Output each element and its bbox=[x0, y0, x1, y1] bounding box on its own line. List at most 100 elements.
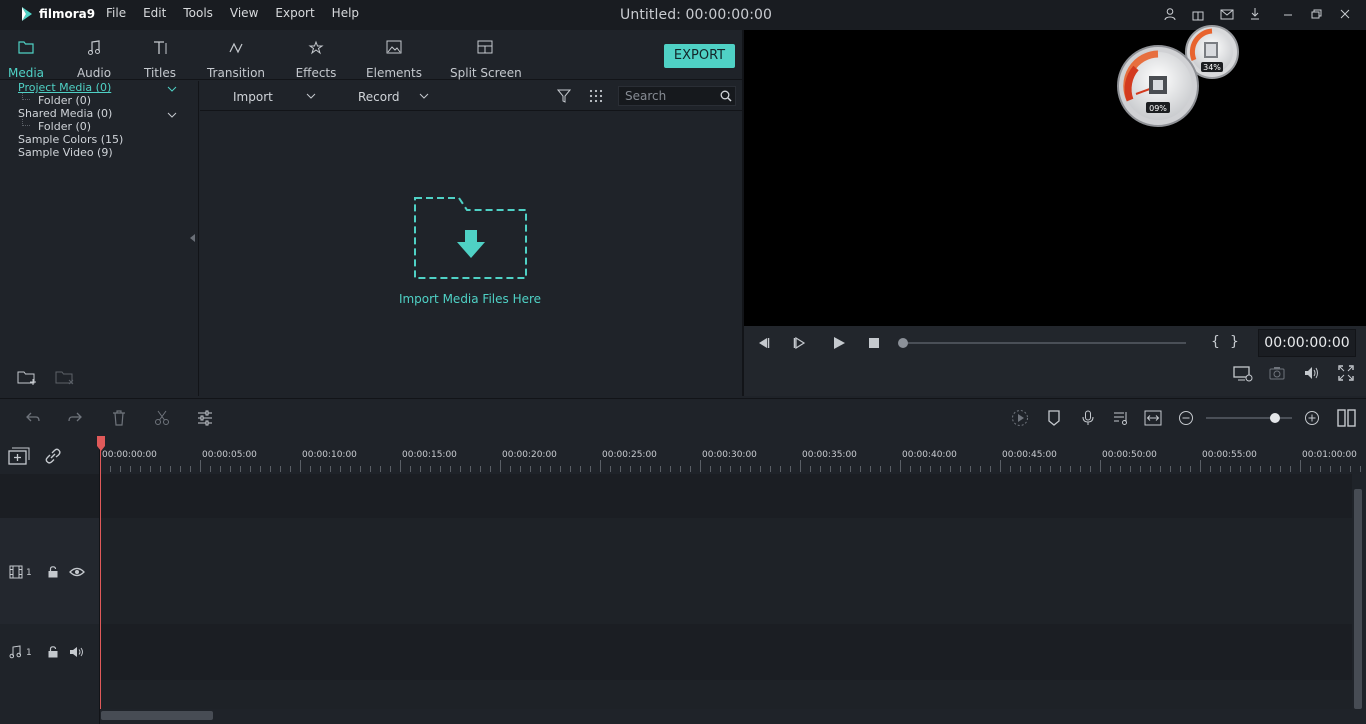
tab-transition[interactable]: Transition bbox=[205, 30, 267, 80]
menu-edit[interactable]: Edit bbox=[143, 6, 166, 20]
panel-layout-icon[interactable] bbox=[1337, 409, 1357, 427]
tab-split-screen[interactable]: Split Screen bbox=[450, 30, 522, 80]
playback-scrubber[interactable] bbox=[898, 338, 908, 348]
ruler-tick-label: 00:00:10:00 bbox=[302, 450, 357, 460]
user-icon[interactable] bbox=[1163, 7, 1177, 21]
horizontal-scrollbar-thumb[interactable] bbox=[101, 711, 213, 720]
menu-tools[interactable]: Tools bbox=[183, 6, 213, 20]
import-hint[interactable]: Import Media Files Here bbox=[200, 292, 740, 306]
tree-item-shared-folder[interactable]: Folder (0) bbox=[38, 120, 91, 133]
render-icon[interactable] bbox=[1011, 409, 1029, 427]
delete-icon[interactable] bbox=[112, 410, 126, 426]
play-icon[interactable] bbox=[832, 336, 846, 350]
lock-icon[interactable] bbox=[48, 566, 58, 578]
chevron-down-icon[interactable] bbox=[167, 112, 177, 118]
tab-elements[interactable]: Elements bbox=[366, 30, 422, 80]
eye-icon[interactable] bbox=[69, 567, 85, 577]
search-icon[interactable] bbox=[720, 90, 732, 102]
next-frame-icon[interactable] bbox=[793, 336, 807, 350]
delete-folder-icon[interactable] bbox=[55, 369, 75, 385]
gauge-memory-value: 34% bbox=[1203, 63, 1221, 72]
playhead-handle[interactable] bbox=[96, 436, 106, 452]
ruler-tick-label: 00:00:15:00 bbox=[402, 450, 457, 460]
gift-icon[interactable] bbox=[1191, 7, 1205, 21]
chevron-down-icon[interactable] bbox=[419, 93, 429, 99]
audio-track-icon bbox=[9, 645, 21, 659]
tree-item-sample-colors[interactable]: Sample Colors (15) bbox=[18, 133, 123, 146]
download-icon[interactable] bbox=[1248, 7, 1262, 21]
chevron-down-icon[interactable] bbox=[167, 86, 177, 92]
import-dropdown[interactable]: Import bbox=[233, 90, 273, 104]
audio-track-1[interactable] bbox=[100, 624, 1352, 680]
split-screen-icon bbox=[477, 40, 493, 54]
app-logo-text: filmora9 bbox=[39, 7, 96, 21]
volume-icon[interactable] bbox=[1304, 366, 1320, 380]
render-preview-icon[interactable] bbox=[1233, 365, 1253, 383]
tree-item-shared-media[interactable]: Shared Media (0) bbox=[18, 107, 112, 120]
vertical-scrollbar[interactable] bbox=[1352, 474, 1366, 709]
microphone-icon[interactable] bbox=[1081, 410, 1095, 426]
snapshot-icon[interactable] bbox=[1269, 366, 1285, 380]
tab-effects-label: Effects bbox=[295, 66, 337, 80]
mail-icon[interactable] bbox=[1220, 7, 1234, 21]
empty-track[interactable] bbox=[100, 474, 1352, 518]
mark-in-button[interactable]: { bbox=[1211, 334, 1220, 350]
stop-icon[interactable] bbox=[868, 337, 880, 349]
link-icon[interactable] bbox=[44, 447, 62, 465]
marker-icon[interactable] bbox=[1047, 410, 1061, 426]
ruler-tick-label: 00:00:55:00 bbox=[1202, 450, 1257, 460]
zoom-in-icon[interactable] bbox=[1304, 410, 1320, 426]
restore-icon[interactable] bbox=[1309, 7, 1323, 21]
tree-item-sample-video[interactable]: Sample Video (9) bbox=[18, 146, 113, 159]
redo-icon[interactable] bbox=[67, 411, 83, 425]
import-folder-icon[interactable] bbox=[413, 196, 529, 280]
chevron-down-icon[interactable] bbox=[306, 93, 316, 99]
menu-export[interactable]: Export bbox=[275, 6, 314, 20]
fullscreen-icon[interactable] bbox=[1338, 365, 1354, 381]
timeline-ruler[interactable]: 00:00:00:00 00:00:05:00 00:00:10:00 00:00:1… bbox=[100, 436, 1366, 474]
new-folder-icon[interactable] bbox=[17, 369, 37, 385]
preview-window: 34% 09% bbox=[744, 25, 1366, 326]
timeline-tracks[interactable] bbox=[100, 474, 1352, 709]
menu-help[interactable]: Help bbox=[332, 6, 359, 20]
export-button[interactable]: EXPORT bbox=[664, 44, 735, 68]
horizontal-scrollbar[interactable] bbox=[100, 709, 1366, 724]
add-track-icon[interactable] bbox=[8, 447, 30, 465]
minimize-icon[interactable] bbox=[1281, 7, 1295, 21]
grid-view-icon[interactable] bbox=[589, 89, 603, 103]
search-input[interactable] bbox=[625, 89, 715, 103]
zoom-slider-thumb[interactable] bbox=[1269, 413, 1280, 423]
track-area-empty[interactable] bbox=[100, 680, 1352, 709]
voiceover-icon[interactable] bbox=[1113, 410, 1129, 426]
previous-frame-icon[interactable] bbox=[756, 336, 770, 350]
cpu-gauge-widget: 34% 09% bbox=[1117, 25, 1239, 127]
tree-item-project-folder[interactable]: Folder (0) bbox=[38, 94, 91, 107]
collapse-panel-icon[interactable] bbox=[190, 234, 196, 242]
mark-out-button[interactable]: } bbox=[1230, 334, 1239, 350]
tree-item-project-media[interactable]: Project Media (0) bbox=[18, 81, 111, 94]
undo-icon[interactable] bbox=[25, 411, 41, 425]
video-track-1[interactable] bbox=[100, 518, 1352, 624]
tab-titles[interactable]: Titles bbox=[138, 30, 182, 80]
vertical-scrollbar-thumb[interactable] bbox=[1354, 489, 1362, 709]
speaker-icon[interactable] bbox=[69, 646, 85, 658]
close-icon[interactable] bbox=[1338, 7, 1352, 21]
tab-effects[interactable]: Effects bbox=[292, 30, 340, 80]
adjust-icon[interactable] bbox=[197, 410, 213, 426]
record-dropdown[interactable]: Record bbox=[358, 90, 399, 104]
tab-audio[interactable]: Audio bbox=[72, 30, 116, 80]
menu-file[interactable]: File bbox=[106, 6, 126, 20]
tab-media[interactable]: Media bbox=[4, 30, 48, 80]
ruler-tick-label: 00:00:35:00 bbox=[802, 450, 857, 460]
empty-track-header bbox=[0, 474, 99, 518]
library-panel: Media Audio Titles Transition Effects El… bbox=[0, 30, 742, 396]
split-icon[interactable] bbox=[154, 410, 170, 426]
menu-view[interactable]: View bbox=[230, 6, 258, 20]
filter-icon[interactable] bbox=[557, 89, 571, 103]
playback-progress-track[interactable] bbox=[904, 342, 1186, 344]
fit-timeline-icon[interactable] bbox=[1144, 410, 1162, 426]
lock-icon[interactable] bbox=[48, 646, 58, 658]
panel-divider[interactable] bbox=[742, 30, 744, 396]
zoom-out-icon[interactable] bbox=[1178, 410, 1194, 426]
ruler-tick-label: 00:00:50:00 bbox=[1102, 450, 1157, 460]
